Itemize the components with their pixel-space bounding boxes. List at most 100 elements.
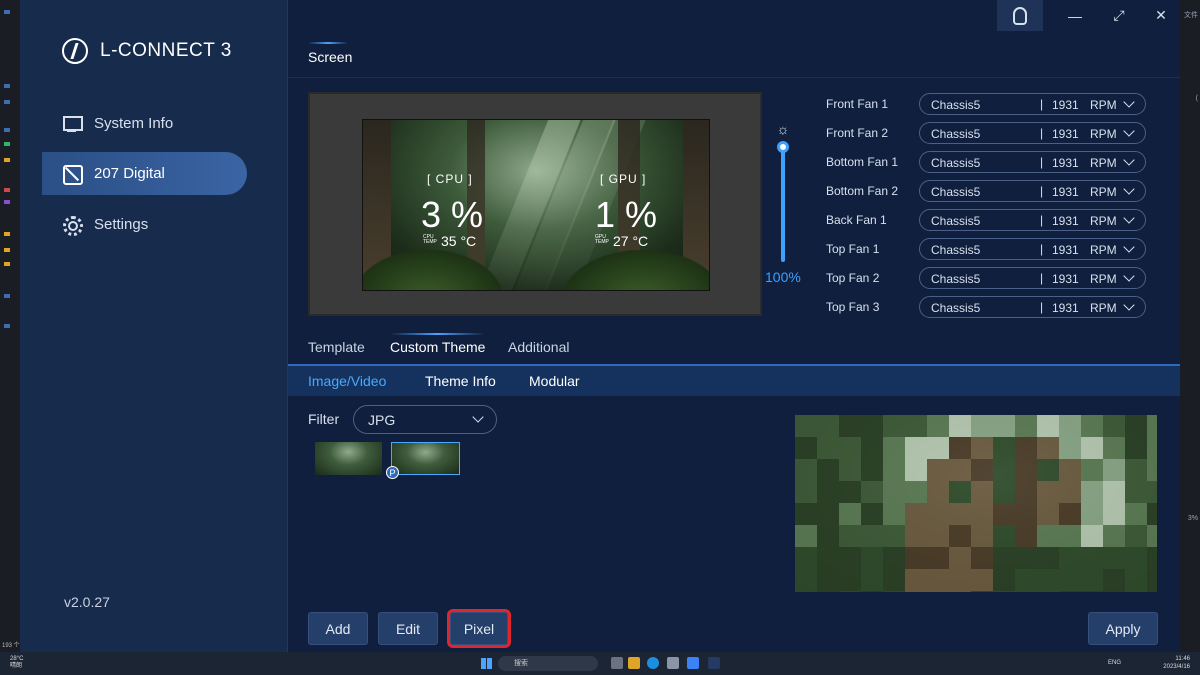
fan-mode-dropdown[interactable]: Chassis5 | 1931 RPM	[919, 209, 1146, 231]
fan-separator: |	[1040, 213, 1044, 227]
task-view-icon[interactable]	[611, 657, 623, 669]
clock-date: 2023/4/16	[1163, 664, 1190, 670]
fan-mode: Chassis5	[931, 301, 981, 315]
fan-mode-dropdown[interactable]: Chassis5 | 1931 RPM	[919, 296, 1146, 318]
pixel-block	[1059, 525, 1081, 547]
cpu-temp-caption: TEMP	[423, 239, 437, 245]
maximize-button[interactable]: ⤢	[1104, 0, 1134, 31]
chevron-down-icon	[1123, 212, 1135, 224]
pixel-block	[949, 459, 971, 481]
pixel-block	[1037, 569, 1059, 591]
pixel-block	[861, 415, 883, 437]
pixel-block	[993, 481, 1015, 503]
pixel-block	[861, 525, 883, 547]
chevron-down-icon	[472, 411, 484, 423]
pixel-block	[905, 569, 927, 591]
pixel-block	[1103, 481, 1125, 503]
pixel-block	[1125, 503, 1147, 525]
lightbulb-button[interactable]	[997, 0, 1043, 31]
pixel-block	[839, 525, 861, 547]
pixel-block	[861, 503, 883, 525]
lcd-preview-frame: [ CPU ] 3 % CPU TEMP 35 °C [ GPU ] 1 % G…	[308, 92, 762, 316]
language-indicator[interactable]: ENG	[1108, 660, 1121, 666]
pixel-block	[1081, 525, 1103, 547]
sidebar-item-settings[interactable]: Settings	[42, 203, 247, 246]
edge-icon[interactable]	[647, 657, 659, 669]
store-icon[interactable]	[667, 657, 679, 669]
pixel-button[interactable]: Pixel	[447, 609, 511, 648]
pixel-block	[949, 481, 971, 503]
pixel-block	[971, 437, 993, 459]
windows-taskbar: 28°C 晴朗 搜索 ENG 11:46 2023/4/16	[0, 652, 1200, 675]
pixel-block	[1015, 591, 1037, 592]
pixel-block	[795, 591, 817, 592]
pixel-block	[1081, 503, 1103, 525]
pixel-block	[971, 415, 993, 437]
fan-rpm-value: 1931	[1052, 185, 1079, 199]
subtab-theme-info[interactable]: Theme Info	[425, 373, 496, 389]
subtab-modular[interactable]: Modular	[529, 373, 580, 389]
version-label: v2.0.27	[64, 594, 110, 610]
pixel-block	[1103, 591, 1125, 592]
fan-mode-dropdown[interactable]: Chassis5 | 1931 RPM	[919, 180, 1146, 202]
minimize-button[interactable]: —	[1060, 0, 1090, 31]
app-title: L-CONNECT 3	[100, 40, 232, 61]
lconnect-taskbar-icon[interactable]	[708, 657, 720, 669]
pixel-block	[1125, 525, 1147, 547]
pixel-block	[1103, 547, 1125, 569]
media-thumbnail[interactable]	[315, 442, 382, 475]
pixel-block	[1081, 437, 1103, 459]
pixel-block	[883, 503, 905, 525]
pixel-block	[1059, 569, 1081, 591]
fan-mode-dropdown[interactable]: Chassis5 | 1931 RPM	[919, 122, 1146, 144]
gear-icon	[62, 215, 83, 236]
fan-mode: Chassis5	[931, 127, 981, 141]
fan-mode-dropdown[interactable]: Chassis5 | 1931 RPM	[919, 238, 1146, 260]
filter-dropdown[interactable]: JPG	[353, 405, 497, 434]
fan-rpm-value: 1931	[1052, 243, 1079, 257]
pixel-block	[1147, 503, 1157, 525]
pixel-block	[993, 547, 1015, 569]
fan-name: Top Fan 1	[826, 242, 880, 256]
mail-icon[interactable]	[687, 657, 699, 669]
pixel-block	[1015, 459, 1037, 481]
sidebar-item-label: Settings	[94, 216, 149, 233]
sidebar-item-207-digital[interactable]: 207 Digital	[42, 152, 247, 195]
pixel-block	[949, 415, 971, 437]
desktop: 193 个 文件 ( 3% L-CONNECT 3 System Info 20…	[0, 0, 1200, 675]
file-explorer-icon[interactable]	[628, 657, 640, 669]
weather-widget[interactable]: 28°C 晴朗	[10, 656, 23, 670]
windows-start-icon[interactable]	[481, 658, 492, 669]
section-title[interactable]: Screen	[308, 42, 352, 65]
taskbar-search[interactable]: 搜索	[498, 656, 598, 671]
weather-text: 晴朗	[10, 663, 23, 669]
gpu-temp-value: 27 °C	[613, 233, 649, 249]
fan-mode-dropdown[interactable]: Chassis5 | 1931 RPM	[919, 267, 1146, 289]
edit-button[interactable]: Edit	[378, 612, 438, 645]
pixel-block	[1081, 459, 1103, 481]
monitor-icon	[62, 114, 83, 134]
tab-additional[interactable]: Additional	[508, 339, 570, 355]
sidebar-item-system-info[interactable]: System Info	[42, 102, 247, 145]
subtab-image-video[interactable]: Image/Video	[308, 373, 386, 389]
fan-mode-dropdown[interactable]: Chassis5 | 1931 RPM	[919, 151, 1146, 173]
fan-name: Bottom Fan 2	[826, 184, 899, 198]
close-button[interactable]: ✕	[1146, 0, 1176, 31]
brightness-slider-track[interactable]	[781, 146, 785, 262]
header-divider	[288, 77, 1180, 78]
pixel-block	[1125, 437, 1147, 459]
brightness-slider-handle[interactable]	[777, 141, 789, 153]
pixel-block	[1037, 591, 1059, 592]
pixel-block	[927, 503, 949, 525]
fan-mode-dropdown[interactable]: Chassis5 | 1931 RPM	[919, 93, 1146, 115]
apply-button[interactable]: Apply	[1088, 612, 1158, 645]
pixel-block	[861, 481, 883, 503]
tab-custom-theme[interactable]: Custom Theme	[390, 333, 486, 355]
system-clock[interactable]: 11:46 2023/4/16	[1163, 655, 1190, 671]
tab-template[interactable]: Template	[308, 339, 365, 355]
sidebar-item-label: System Info	[94, 115, 174, 132]
pixel-block	[883, 591, 905, 592]
media-thumbnail-selected[interactable]	[391, 442, 460, 475]
pixel-block	[1125, 547, 1147, 569]
add-button[interactable]: Add	[308, 612, 368, 645]
